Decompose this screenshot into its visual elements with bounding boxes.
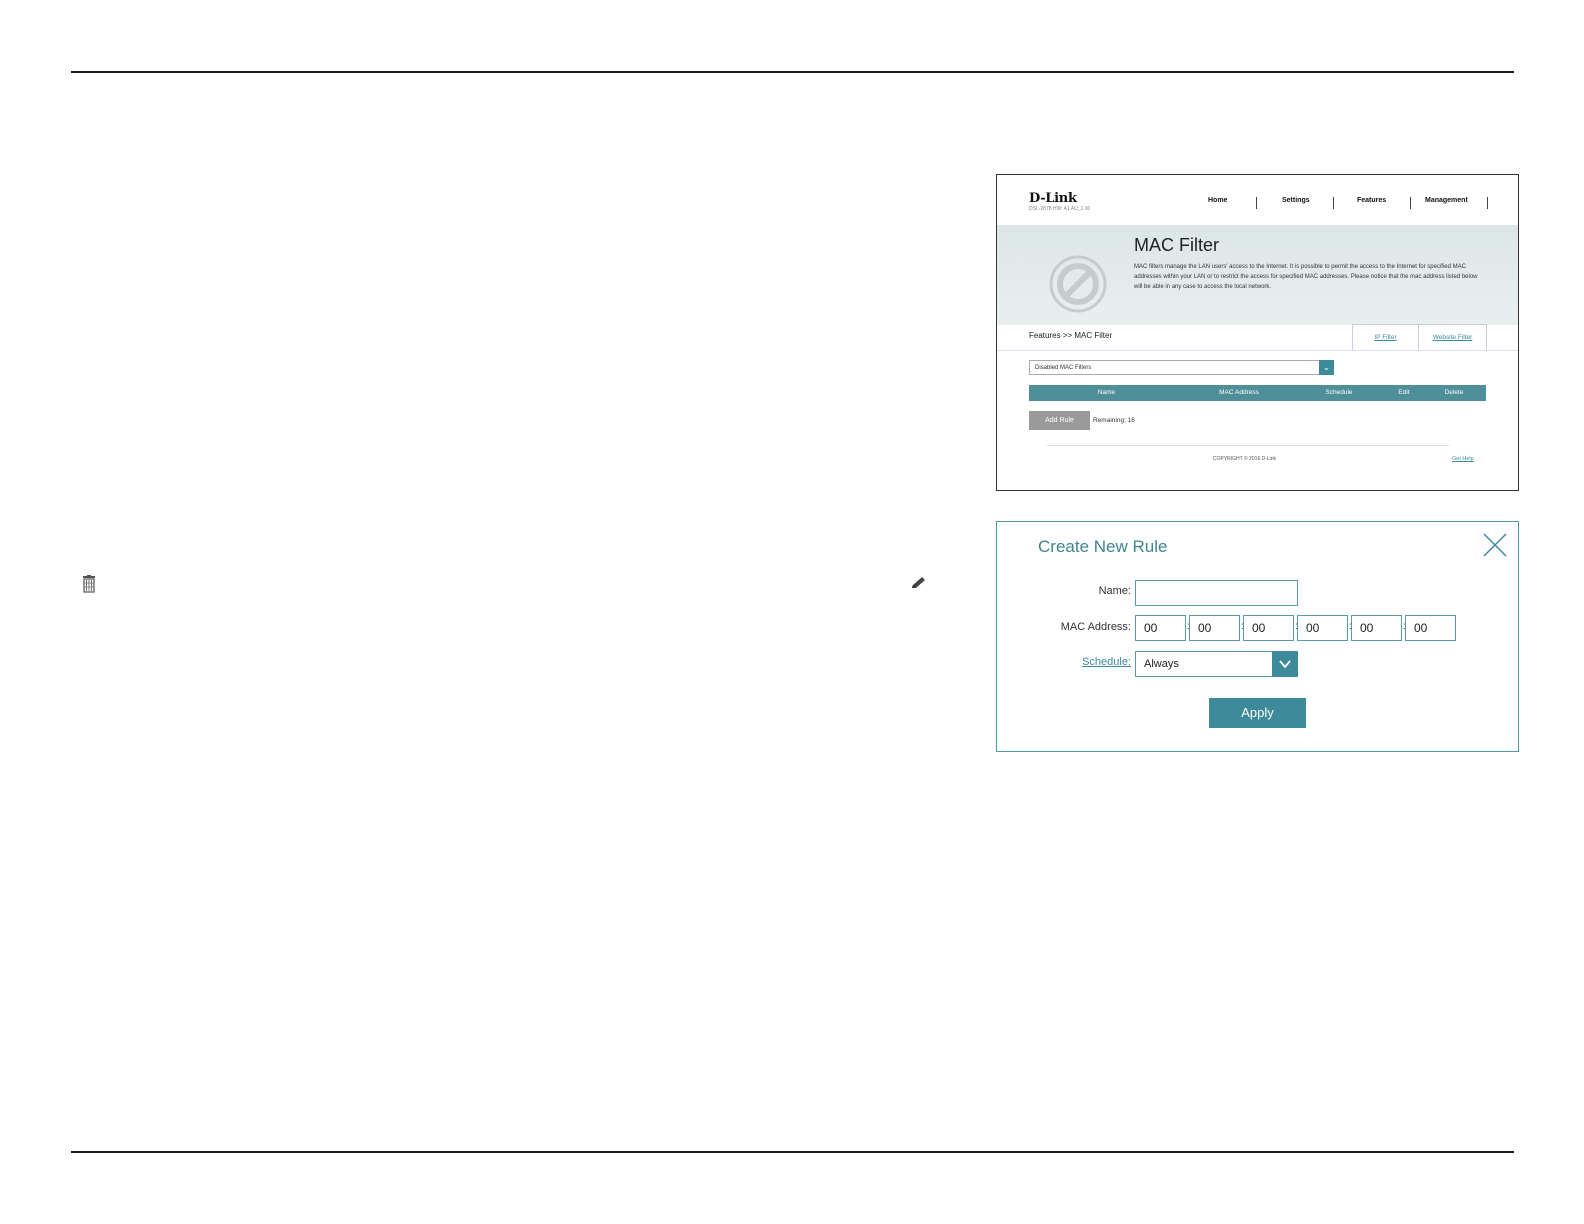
bottom-rule: [71, 1151, 1514, 1153]
apply-button[interactable]: Apply: [1209, 698, 1306, 728]
create-rule-dialog: Create New Rule Name: MAC Address: 00 : …: [996, 521, 1519, 752]
remaining-count: Remaining: 16: [1093, 417, 1135, 424]
col-schedule: Schedule: [1325, 389, 1353, 396]
page-banner: MAC Filter MAC filters manage the LAN us…: [997, 225, 1518, 325]
chevron-down-icon[interactable]: ⌄: [1319, 360, 1334, 375]
main-nav: Home Settings Features Management: [997, 197, 1518, 211]
page-title: MAC Filter: [1134, 235, 1219, 255]
col-edit: Edit: [1398, 389, 1410, 396]
add-rule-button[interactable]: Add Rule: [1029, 411, 1090, 430]
filter-mode-value: Disabled MAC Filters: [1035, 365, 1092, 371]
nav-separator: [1487, 197, 1488, 209]
filter-mode-select[interactable]: Disabled MAC Filters ⌄: [1029, 360, 1334, 375]
mac-octet-6[interactable]: 00: [1405, 615, 1456, 641]
nav-separator: [1256, 197, 1257, 209]
nav-separator: [1333, 197, 1334, 209]
block-icon: [1049, 255, 1107, 313]
tab-website-filter[interactable]: Website Filter: [1418, 324, 1487, 350]
nav-management[interactable]: Management: [1425, 197, 1468, 204]
pencil-icon: [910, 576, 926, 595]
col-mac-address: MAC Address: [1219, 389, 1259, 396]
nav-separator: [1410, 197, 1411, 209]
mac-octet-2[interactable]: 00: [1189, 615, 1240, 641]
schedule-link[interactable]: Schedule:: [1057, 656, 1131, 668]
dialog-title: Create New Rule: [1038, 537, 1168, 556]
footer-divider: [1047, 445, 1449, 446]
trash-icon: [82, 575, 96, 598]
col-name: Name: [1097, 389, 1116, 396]
mac-address-label: MAC Address:: [1060, 621, 1131, 633]
mac-octet-5[interactable]: 00: [1351, 615, 1402, 641]
col-delete: Delete: [1444, 389, 1464, 396]
schedule-value: Always: [1144, 658, 1179, 670]
mac-octet-4[interactable]: 00: [1297, 615, 1348, 641]
copyright: COPYRIGHT © 2016 D-Link: [1213, 456, 1277, 462]
divider: [997, 350, 1518, 351]
chevron-down-icon[interactable]: [1272, 651, 1298, 677]
mac-filter-screenshot: D-Link DSL-2878 HW: A1 AU_1.00 Home Sett…: [996, 174, 1519, 491]
tab-ip-filter[interactable]: IP Filter: [1352, 324, 1419, 350]
mac-octet-1[interactable]: 00: [1135, 615, 1186, 641]
nav-features[interactable]: Features: [1357, 197, 1386, 204]
nav-home[interactable]: Home: [1208, 197, 1227, 204]
get-help-link[interactable]: Get Help: [1452, 456, 1474, 462]
name-label: Name:: [1098, 585, 1131, 597]
nav-settings[interactable]: Settings: [1282, 197, 1310, 204]
close-icon[interactable]: [1482, 532, 1508, 558]
top-rule: [71, 71, 1514, 73]
mac-octet-3[interactable]: 00: [1243, 615, 1294, 641]
breadcrumb: Features >> MAC Filter: [1029, 331, 1113, 340]
schedule-select[interactable]: Always: [1135, 651, 1298, 677]
name-input[interactable]: [1135, 580, 1298, 606]
page-description: MAC filters manage the LAN users' access…: [1134, 264, 1478, 290]
router-header: D-Link DSL-2878 HW: A1 AU_1.00 Home Sett…: [997, 175, 1518, 225]
table-header: Name MAC Address Schedule Edit Delete: [1029, 385, 1486, 401]
